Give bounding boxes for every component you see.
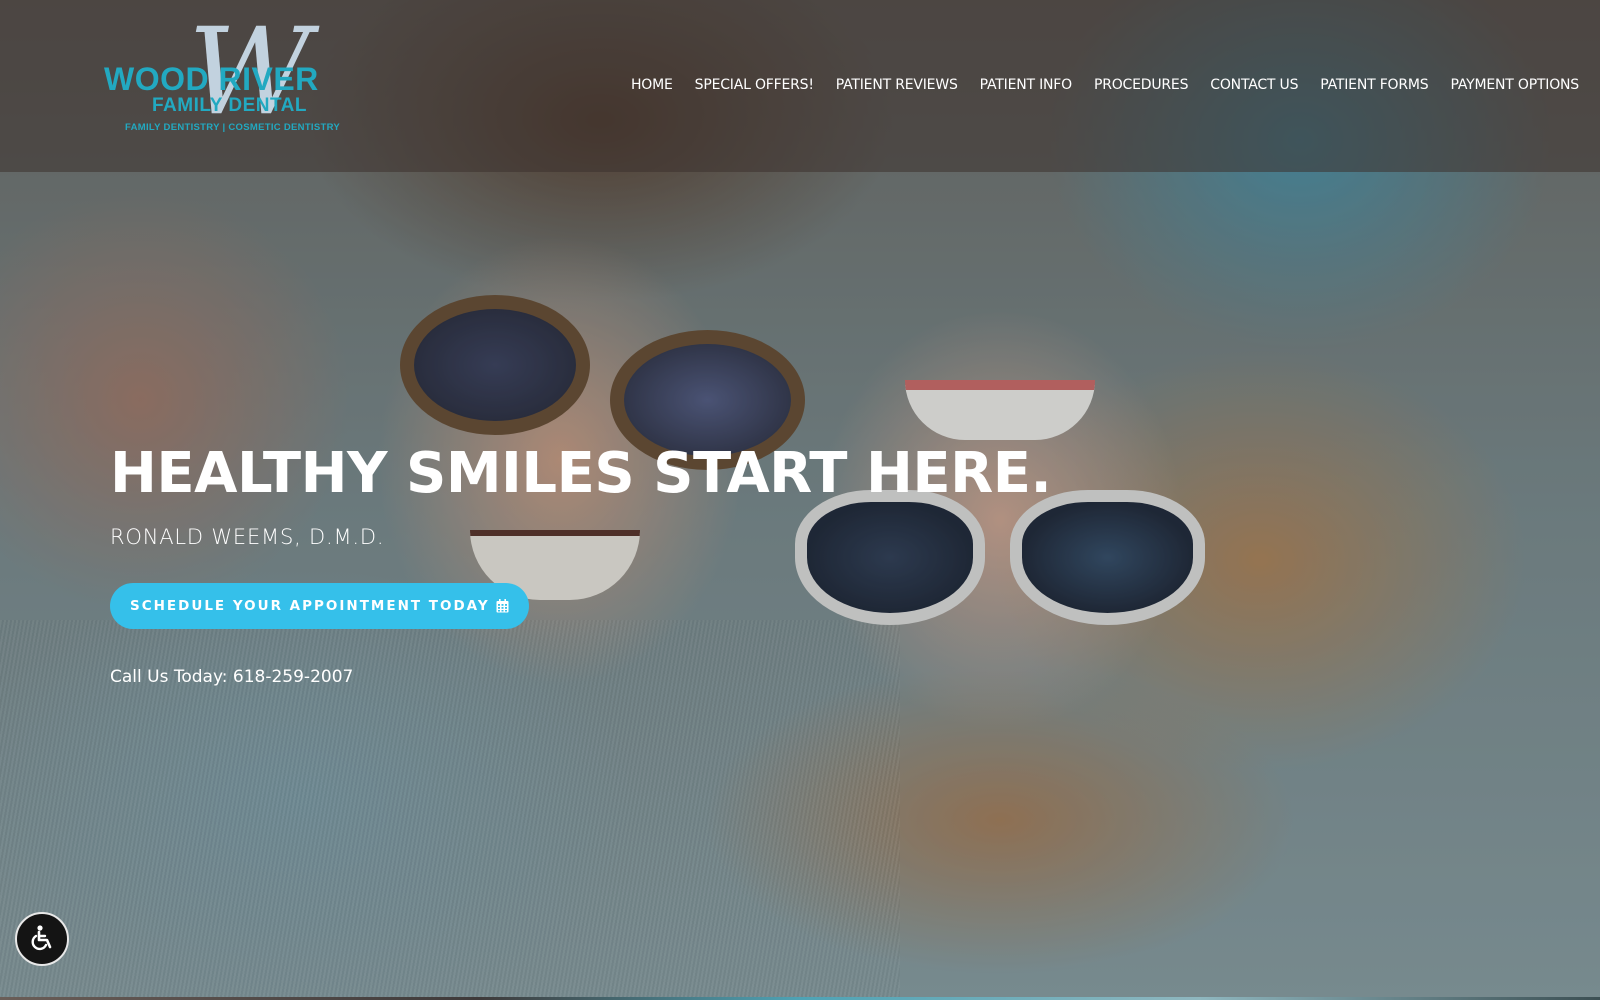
nav-contact-us[interactable]: CONTACT US [1199,75,1309,95]
site-header: W WOOD RIVER FAMILY DENTAL FAMILY DENTIS… [0,0,1600,172]
site-logo[interactable]: W WOOD RIVER FAMILY DENTAL FAMILY DENTIS… [100,13,375,150]
nav-special-offers[interactable]: SPECIAL OFFERS! [684,75,825,95]
cta-label: SCHEDULE YOUR APPOINTMENT TODAY [130,598,490,615]
hero-content: HEALTHY SMILES START HERE. RONALD WEEMS,… [110,440,1052,688]
nav-home[interactable]: HOME [620,75,684,95]
nav-patient-forms[interactable]: PATIENT FORMS [1309,75,1439,95]
nav-payment-options[interactable]: PAYMENT OPTIONS [1439,75,1590,95]
wheelchair-icon [27,923,57,956]
hero-subtitle: RONALD WEEMS, D.M.D. [110,525,385,550]
logo-title: WOOD RIVER [104,61,319,97]
nav-procedures[interactable]: PROCEDURES [1083,75,1199,95]
hero-title: HEALTHY SMILES START HERE. [110,441,1052,506]
calendar-icon [496,599,509,613]
nav-patient-reviews[interactable]: PATIENT REVIEWS [825,75,969,95]
phone-number-text: Call Us Today: 618-259-2007 [110,667,354,688]
accessibility-button[interactable] [15,912,69,966]
logo-subtitle: FAMILY DENTAL [152,95,307,116]
main-nav: HOME SPECIAL OFFERS! PATIENT REVIEWS PAT… [620,75,1590,95]
schedule-appointment-button[interactable]: SCHEDULE YOUR APPOINTMENT TODAY [110,583,529,630]
logo-tagline: FAMILY DENTISTRY | COSMETIC DENTISTRY [125,122,341,133]
nav-patient-info[interactable]: PATIENT INFO [969,75,1083,95]
